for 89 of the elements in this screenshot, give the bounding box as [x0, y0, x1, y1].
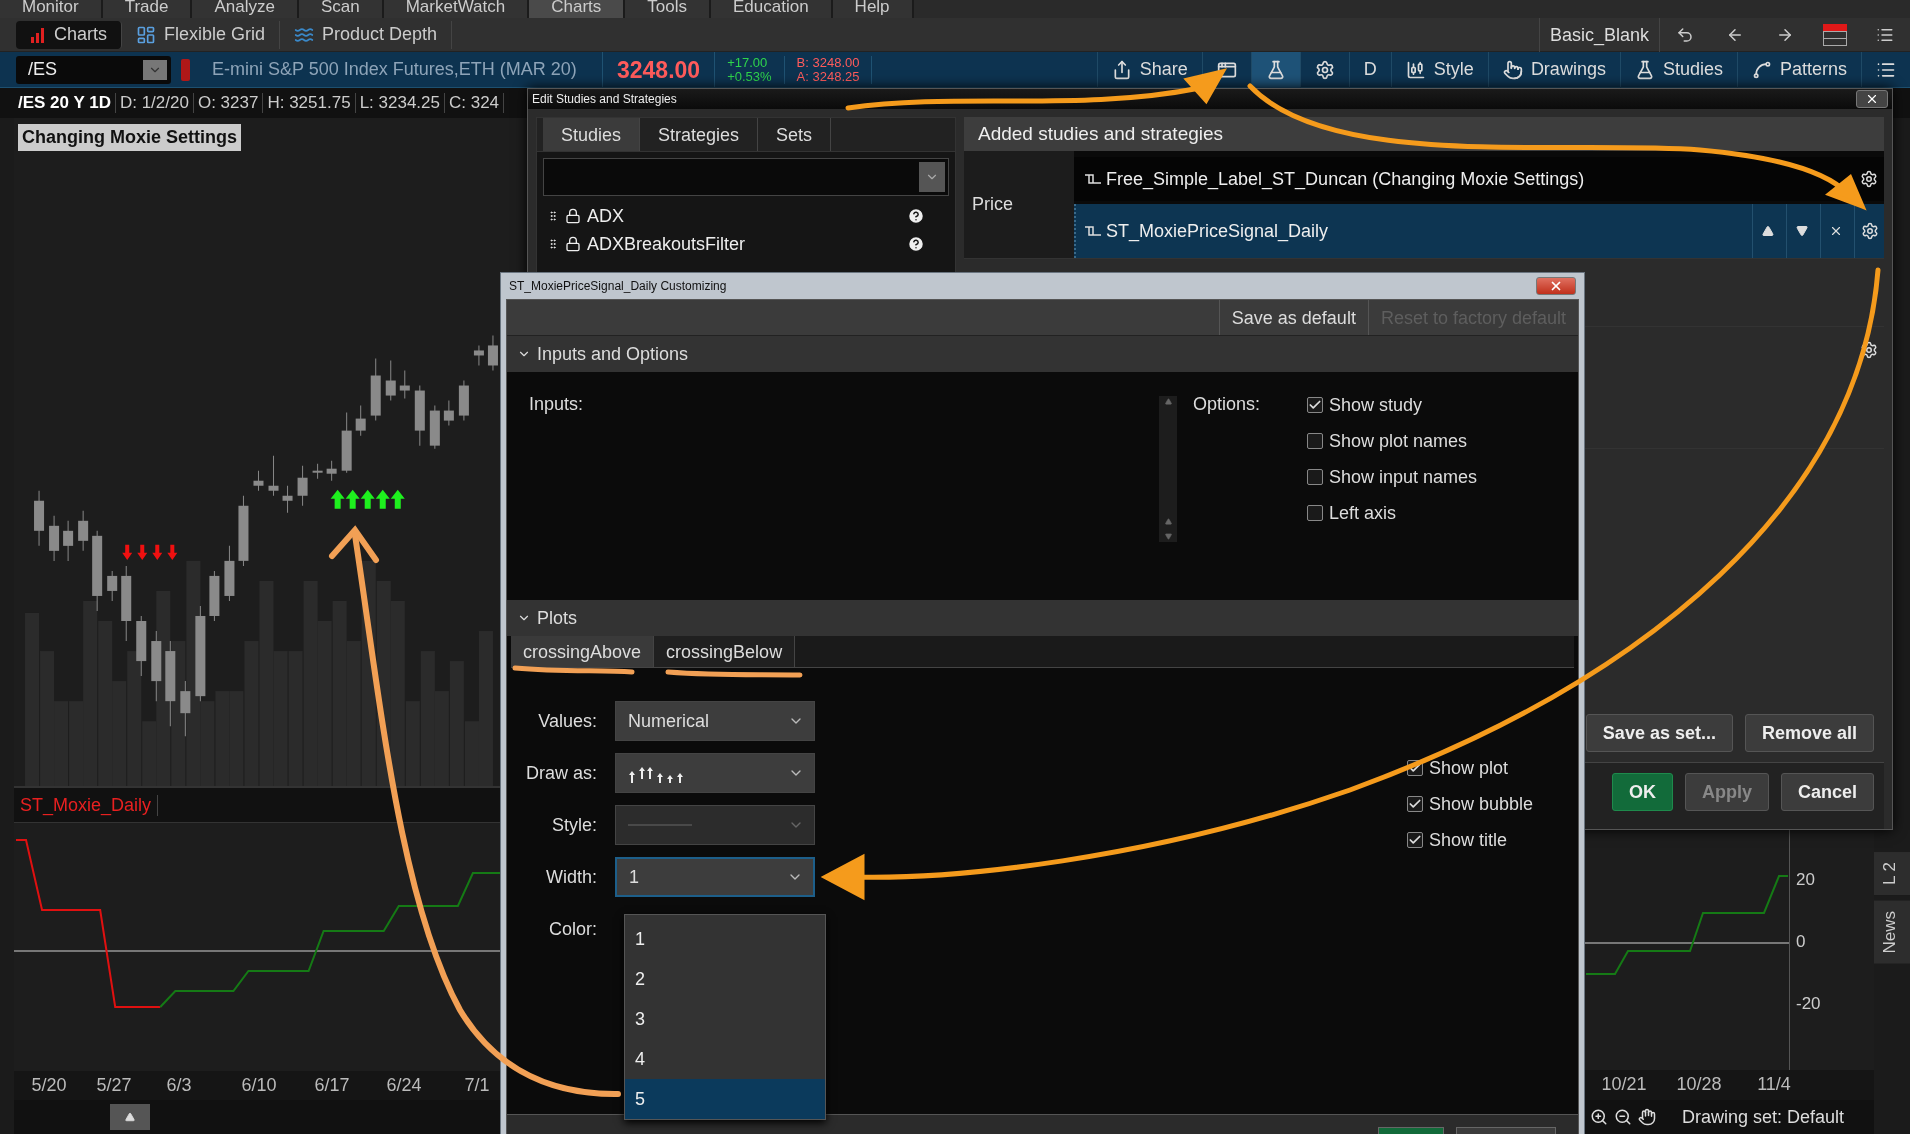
- chart-info: C: 324: [445, 93, 505, 113]
- menu-item[interactable]: Monitor: [0, 0, 103, 18]
- axis-label: 0: [1796, 932, 1806, 952]
- date-label: 6/10: [241, 1074, 277, 1096]
- dialog-button[interactable]: Cancel: [1780, 773, 1874, 811]
- dialog-button[interactable]: OK: [1611, 773, 1673, 811]
- set-button[interactable]: Save as set...: [1585, 714, 1733, 752]
- axis-label: 20: [1796, 870, 1815, 890]
- study-row[interactable]: Free_Simple_Label_ST_Duncan (Changing Moxie Settings): [1074, 157, 1884, 201]
- checkbox[interactable]: Show title: [1407, 829, 1534, 851]
- inputs-label: Inputs:: [529, 394, 584, 414]
- date-label: 7/1: [464, 1074, 490, 1096]
- set-button[interactable]: Remove all: [1744, 714, 1874, 752]
- menu-item[interactable]: MarketWatch: [383, 0, 530, 18]
- menu-item[interactable]: Education: [711, 0, 833, 18]
- sub-tab[interactable]: Flexible Grid: [122, 20, 281, 49]
- toolbar-button[interactable]: D: [1348, 51, 1391, 88]
- last-price: 3248.00: [602, 51, 716, 88]
- study-list-item[interactable]: ADXBreakoutsFilter: [537, 230, 955, 258]
- menu-item[interactable]: Charts: [529, 0, 626, 18]
- dropdown-option[interactable]: 2: [625, 959, 825, 999]
- window-title: Edit Studies and Strategies: [532, 92, 677, 106]
- field-label: Width:: [546, 866, 597, 888]
- percent-change: +0.53%: [727, 69, 772, 84]
- dropdown-option[interactable]: 5: [625, 1079, 825, 1119]
- menu-item[interactable]: Help: [832, 0, 914, 18]
- dropdown-option[interactable]: 4: [625, 1039, 825, 1079]
- toolbar-button[interactable]: Patterns: [1736, 51, 1861, 88]
- side-tab[interactable]: L 2: [1874, 852, 1910, 896]
- checkbox[interactable]: Show plot names: [1307, 430, 1478, 452]
- checkbox[interactable]: Show input names: [1307, 466, 1478, 488]
- section-header[interactable]: Inputs and Options: [507, 336, 1578, 372]
- group-label: Price: [964, 151, 1074, 258]
- date-label: 5/27: [96, 1074, 132, 1096]
- tab[interactable]: Strategies: [640, 118, 759, 151]
- checkbox[interactable]: Show plot: [1407, 757, 1534, 779]
- date-label: 10/28: [1676, 1074, 1722, 1095]
- date-label: 5/20: [31, 1074, 67, 1096]
- toolbar-button[interactable]: Style: [1390, 51, 1488, 88]
- date-label: 6/24: [386, 1074, 422, 1096]
- options-label: Options:: [1193, 394, 1261, 414]
- tab[interactable]: Sets: [758, 118, 832, 151]
- side-tab[interactable]: News: [1874, 901, 1910, 964]
- field-label: Draw as:: [526, 762, 597, 784]
- axis-label: -20: [1796, 994, 1821, 1014]
- field-label: Color:: [549, 918, 597, 940]
- section-header[interactable]: Plots: [507, 600, 1578, 636]
- dropdown-option[interactable]: 1: [625, 919, 825, 959]
- dropdown-field[interactable]: 1: [615, 857, 815, 897]
- dropdown-field[interactable]: Numerical: [615, 701, 815, 741]
- date-label: 6/3: [166, 1074, 192, 1096]
- field-label: Values:: [538, 710, 597, 732]
- chart-info: L: 3234.25: [355, 93, 445, 113]
- dropdown-option[interactable]: 3: [625, 999, 825, 1039]
- toolbar-button[interactable]: Save as default: [1218, 300, 1368, 335]
- bid-price: B: 3248.00: [796, 55, 860, 70]
- menu-item[interactable]: Analyze: [192, 0, 299, 18]
- study-list-item[interactable]: ADX: [537, 202, 955, 230]
- layout-name[interactable]: Basic_Blank: [1538, 17, 1660, 52]
- window-title: ST_MoxiePriceSignal_Daily Customizing: [509, 279, 727, 293]
- study-row[interactable]: ST_MoxiePriceSignal_Daily: [1074, 204, 1884, 258]
- date-label: 11/4: [1757, 1074, 1791, 1095]
- menu-item[interactable]: Scan: [298, 0, 384, 18]
- pane-title: ST_Moxie_Daily: [14, 794, 159, 816]
- sub-tab[interactable]: Charts: [16, 20, 122, 49]
- chart-info: O: 3237: [193, 93, 264, 113]
- date-label: 6/17: [314, 1074, 350, 1096]
- toolbar-button[interactable]: Drawings: [1487, 51, 1620, 88]
- panel-header: Added studies and strategies: [964, 117, 1884, 151]
- plot-tab[interactable]: crossingBelow: [654, 636, 796, 667]
- plot-tab[interactable]: crossingAbove: [511, 636, 655, 667]
- chart-info: /ES 20 Y 1D: [14, 93, 116, 113]
- tab[interactable]: Studies: [543, 118, 641, 151]
- instrument-description: E-mini S&P 500 Index Futures,ETH (MAR 20): [212, 59, 578, 80]
- ask-price: A: 3248.25: [796, 69, 860, 84]
- symbol-field[interactable]: /ES: [16, 55, 171, 84]
- checkbox[interactable]: Show study: [1307, 394, 1478, 416]
- menu-item[interactable]: Tools: [625, 0, 711, 18]
- chart-info: D: 1/2/20: [115, 93, 194, 113]
- menu-item[interactable]: Trade: [102, 0, 193, 18]
- checkbox[interactable]: Left axis: [1307, 502, 1478, 524]
- checkbox[interactable]: Show bubble: [1407, 793, 1534, 815]
- field-label: Style:: [551, 814, 597, 836]
- chart-label: Changing Moxie Settings: [18, 124, 241, 151]
- net-change: +17.00: [727, 55, 769, 70]
- date-label: 10/21: [1601, 1074, 1647, 1095]
- sub-tab[interactable]: Product Depth: [280, 20, 453, 49]
- toolbar-button[interactable]: Studies: [1619, 51, 1737, 88]
- chart-info: H: 3251.75: [263, 93, 356, 113]
